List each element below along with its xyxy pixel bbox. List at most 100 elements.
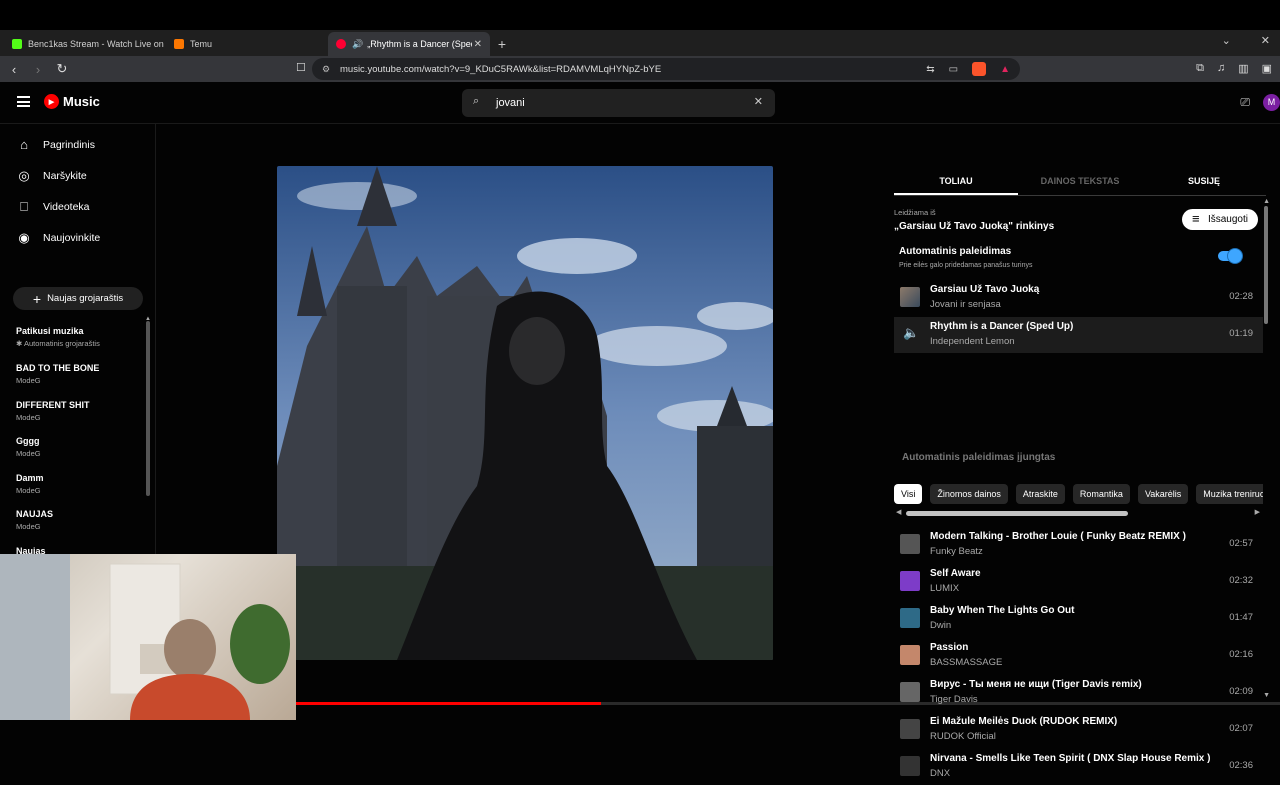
- playlist-sub: Automatinis grojaraštis: [23, 339, 100, 348]
- playlist-item[interactable]: Patikusi muzika ✱ Automatinis grojaraštis: [16, 326, 141, 348]
- scroll-right-icon[interactable]: ▶: [1255, 508, 1260, 516]
- chip-familiar[interactable]: Žinomos dainos: [930, 484, 1008, 504]
- audio-playing-icon: 🔊: [352, 38, 364, 49]
- tab-search-icon[interactable]: ⌄: [1222, 34, 1231, 47]
- sidebar-item-explore[interactable]: ◎ Naršykite: [0, 160, 155, 191]
- track-duration: 02:36: [1229, 760, 1253, 771]
- playlist-item[interactable]: BAD TO THE BONE ModeG: [16, 363, 141, 385]
- playlist-title: Gggg: [16, 436, 40, 446]
- logo-play-icon: ▶: [44, 94, 59, 109]
- chip-romance[interactable]: Romantika: [1072, 484, 1130, 504]
- playing-from-title: „Garsiau Už Tavo Juoką" rinkinys: [894, 221, 1055, 232]
- reload-button[interactable]: ↻: [52, 61, 72, 77]
- panel-scrollbar[interactable]: [1264, 206, 1268, 324]
- queue-panel: TOLIAU DAINOS TEKSTAS SUSIJĘ Leidžiama i…: [894, 166, 1270, 779]
- window-close-icon[interactable]: ✕: [1261, 34, 1270, 47]
- scroll-down-icon[interactable]: ▼: [1263, 692, 1270, 699]
- tab-temu[interactable]: Temu: [166, 32, 328, 56]
- chip-discover[interactable]: Atraskite: [1015, 484, 1065, 504]
- track-title: Self Aware: [930, 568, 981, 579]
- search-input[interactable]: ⌕ jovani ✕: [462, 89, 775, 117]
- track-title: Rhythm is a Dancer (Sped Up): [930, 321, 1074, 332]
- autoplay-toggle[interactable]: [1218, 249, 1242, 263]
- queue-item-playing[interactable]: 🔈 Rhythm is a Dancer (Sped Up) Independe…: [894, 317, 1263, 353]
- tab-related[interactable]: SUSIJĘ: [1142, 166, 1266, 195]
- translate-icon[interactable]: ⇆: [926, 64, 934, 75]
- track-title: Ei Mažule Meilės Duok (RUDOK REMIX): [930, 716, 1118, 727]
- tab-strip: Benc1kas Stream - Watch Live on Kick Tem…: [0, 30, 1280, 56]
- brave-shields-icon[interactable]: [972, 62, 987, 76]
- playlist-sub: ModeG: [16, 413, 41, 422]
- playlist-item[interactable]: Gggg ModeG: [16, 436, 141, 458]
- sidebar-item-home[interactable]: ⌂ Pagrindinis: [0, 129, 155, 160]
- chip-workout[interactable]: Muzika treniruotėms: [1196, 484, 1263, 504]
- track-artist: Funky Beatz: [930, 546, 983, 557]
- chip-all[interactable]: Visi: [894, 484, 923, 504]
- tab-title: „Rhythm is a Dancer (Sped Up): [367, 39, 472, 49]
- menu-icon[interactable]: [17, 96, 30, 107]
- playlist-sub: ModeG: [16, 449, 41, 458]
- queue-item[interactable]: Garsiau Už Tavo Juoką Jovani ir senjasa …: [894, 280, 1263, 316]
- avatar[interactable]: M: [1263, 94, 1280, 111]
- scroll-up-icon[interactable]: ▲: [1263, 198, 1270, 205]
- new-tab-button[interactable]: +: [490, 32, 514, 56]
- cast-tab-icon[interactable]: ▭: [949, 64, 958, 75]
- track-artist: Tiger Davis: [930, 694, 978, 705]
- library-icon: ⎕: [20, 198, 28, 214]
- tab-kick[interactable]: Benc1kas Stream - Watch Live on Kick: [4, 32, 166, 56]
- forward-button[interactable]: ›: [28, 62, 48, 77]
- up-next-item[interactable]: Baby When The Lights Go Out Dwin 01:47: [894, 601, 1263, 637]
- youtube-music-favicon-icon: [336, 39, 346, 49]
- autoplay-title: Automatinis paleidimas: [899, 246, 1012, 257]
- up-next-item[interactable]: Modern Talking - Brother Louie ( Funky B…: [894, 527, 1263, 563]
- playlist-title: Patikusi muzika: [16, 326, 84, 336]
- back-button[interactable]: ‹: [4, 62, 24, 77]
- sidebar-icon[interactable]: ▥: [1238, 62, 1248, 75]
- save-button[interactable]: Išsaugoti: [1181, 208, 1258, 230]
- scroll-up-icon[interactable]: ▲: [145, 316, 151, 322]
- bookmark-icon[interactable]: ☐: [296, 61, 306, 74]
- up-next-item[interactable]: Passion BASSMASSAGE 02:16: [894, 638, 1263, 674]
- track-thumbnail: [900, 534, 920, 554]
- track-artist: RUDOK Official: [930, 731, 996, 742]
- wallet-icon[interactable]: ▣: [1262, 62, 1272, 75]
- castle-artwork: [277, 166, 773, 660]
- up-next-item[interactable]: Self Aware LUMIX 02:32: [894, 564, 1263, 600]
- sidebar-item-upgrade[interactable]: ◉ Naujovinkite: [0, 222, 155, 253]
- track-thumbnail: [900, 756, 920, 776]
- new-playlist-button[interactable]: + Naujas grojaraštis: [13, 287, 143, 310]
- sidebar-item-library[interactable]: ⎕ Videoteka: [0, 191, 155, 222]
- chip-party[interactable]: Vakarėlis: [1137, 484, 1189, 504]
- media-controls-icon[interactable]: ♫: [1217, 62, 1225, 75]
- youtube-music-logo[interactable]: ▶ Music: [44, 94, 100, 109]
- close-tab-icon[interactable]: ✕: [474, 39, 482, 50]
- tab-lyrics[interactable]: DAINOS TEKSTAS: [1018, 166, 1142, 195]
- scroll-left-icon[interactable]: ◀: [896, 508, 901, 516]
- track-thumbnail: [900, 719, 920, 739]
- playlist-item[interactable]: NAUJAS ModeG: [16, 509, 141, 531]
- clear-search-icon[interactable]: ✕: [754, 95, 763, 108]
- playlist-title: DIFFERENT SHIT: [16, 400, 90, 410]
- track-thumbnail: [900, 608, 920, 628]
- track-title: Вирус - Ты меня не ищи (Tiger Davis remi…: [930, 679, 1142, 690]
- playlist-sub: ModeG: [16, 486, 41, 495]
- track-duration: 02:57: [1229, 538, 1253, 549]
- playlist-item[interactable]: DIFFERENT SHIT ModeG: [16, 400, 141, 422]
- address-bar[interactable]: ⚙ music.youtube.com/watch?v=9_KDuC5RAWk&…: [312, 58, 1020, 80]
- up-next-item[interactable]: Ei Mažule Meilės Duok (RUDOK REMIX) RUDOK…: [894, 712, 1263, 748]
- chip-scrollbar[interactable]: [906, 511, 1128, 516]
- search-icon: ⌕: [473, 95, 480, 107]
- compass-icon: ◎: [18, 167, 30, 183]
- playlist-item[interactable]: Damm ModeG: [16, 473, 141, 495]
- progress-fill: [296, 702, 602, 705]
- extensions-icon[interactable]: ⧉: [1196, 62, 1204, 75]
- cast-icon[interactable]: ⎚: [1240, 95, 1250, 110]
- tab-up-next[interactable]: TOLIAU: [894, 166, 1018, 195]
- sidebar-scrollbar[interactable]: [146, 321, 150, 496]
- tab-youtube-music[interactable]: 🔊 „Rhythm is a Dancer (Sped Up) ✕: [328, 32, 490, 56]
- site-info-icon[interactable]: ⚙: [322, 64, 330, 75]
- up-next-item[interactable]: Вирус - Ты меня не ищи (Tiger Davis remi…: [894, 675, 1263, 711]
- up-next-item[interactable]: Nirvana - Smells Like Teen Spirit ( DNX …: [894, 749, 1263, 785]
- brave-rewards-icon[interactable]: ▲: [1000, 64, 1010, 75]
- track-artist: Jovani ir senjasa: [930, 299, 1001, 310]
